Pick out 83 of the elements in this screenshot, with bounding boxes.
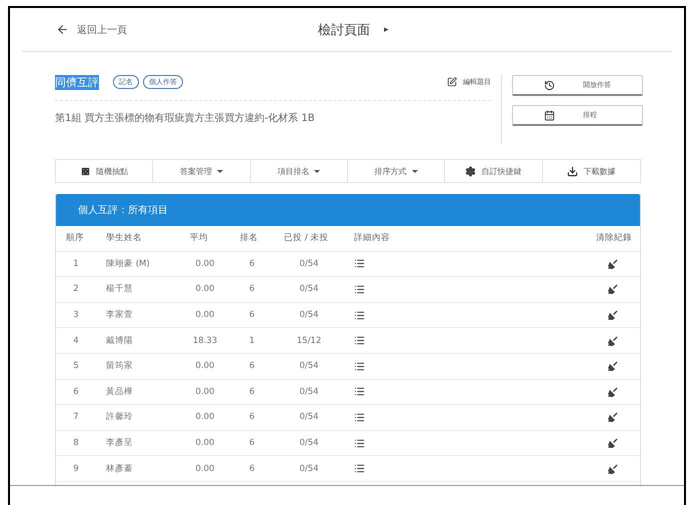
table-cell-text: 5 [72, 361, 80, 372]
back-arrow-icon [56, 23, 69, 36]
dice-icon [80, 166, 92, 176]
table-cell-text: 陳翊豪 (M) [105, 258, 151, 270]
details-list-icon[interactable] [354, 360, 365, 372]
table-cell-text: 4 [72, 336, 80, 346]
column-header: 學生姓名 [105, 232, 143, 244]
title-arrow[interactable]: ▸ [384, 24, 389, 34]
table-cell-text: 楊千慧 [105, 283, 134, 296]
clock-icon [544, 80, 555, 90]
calendar-icon [544, 110, 555, 120]
table-cell-text: 9 [72, 464, 80, 474]
table-cell-text: 0/54 [298, 386, 320, 397]
table-cell-text: 黃品樺 [105, 386, 134, 398]
table-cell-text: 0/54 [298, 284, 320, 294]
table-cell-text: 8 [72, 438, 80, 448]
table-cell-text: 許馨玲 [105, 411, 134, 424]
table-cell-text: 3 [72, 310, 80, 320]
table-cell-text: 0.00 [194, 438, 216, 448]
table-cell-text: 0.00 [194, 310, 216, 320]
column-header: 詳細內容 [353, 232, 391, 244]
column-header: 清除紀錄 [595, 232, 633, 244]
details-list-icon[interactable] [354, 438, 365, 449]
broom-icon[interactable] [608, 386, 618, 397]
table-cell-text: 0.00 [194, 284, 216, 294]
column-header: 排名 [239, 232, 259, 244]
broom-icon[interactable] [608, 464, 618, 474]
table-cell-text: 6 [72, 386, 80, 397]
details-list-icon[interactable] [354, 463, 365, 474]
back-link[interactable]: 返回上一頁 [56, 22, 127, 36]
table-cell-text: 0.00 [194, 361, 216, 372]
table-title: 個人互評：所有項目 [56, 194, 640, 226]
table-cell-text: 0.00 [194, 386, 216, 397]
details-list-icon[interactable] [354, 335, 365, 346]
table-cell-text: 戴博陽 [105, 334, 134, 347]
table-cell-text: 2 [72, 284, 80, 294]
table-cell-text: 0/54 [298, 258, 320, 269]
table-cell-text: 1 [248, 336, 256, 346]
broom-icon[interactable] [608, 412, 618, 422]
download-icon [567, 166, 578, 176]
broom-icon[interactable] [608, 336, 618, 346]
table-cell-text: 留筠家 [105, 360, 134, 372]
page-title: 檢討頁面 [318, 22, 370, 38]
table-cell-text: 7 [72, 412, 80, 422]
broom-icon[interactable] [608, 361, 618, 372]
table-cell-text: 0.00 [194, 258, 216, 269]
table-cell-text: 6 [248, 284, 256, 294]
table-cell-text: 0/54 [298, 438, 320, 448]
table-cell-text: 0/54 [298, 310, 320, 320]
table-cell-text: 1 [72, 258, 80, 269]
table-cell-text: 0/54 [298, 412, 320, 422]
details-list-icon[interactable] [354, 310, 365, 321]
table-cell-text: 6 [248, 386, 256, 397]
details-list-icon[interactable] [354, 412, 365, 423]
broom-icon[interactable] [608, 438, 618, 448]
column-header: 已投 / 未投 [283, 232, 330, 244]
table-cell-text: 0.00 [194, 464, 216, 474]
column-header: 平均 [189, 232, 209, 244]
details-list-icon[interactable] [354, 386, 365, 398]
details-list-icon[interactable] [354, 284, 365, 295]
table-cell-text: 林彥蓁 [105, 462, 134, 475]
table-cell-text: 6 [248, 464, 256, 474]
table-cell-text: 0/54 [298, 464, 320, 474]
activity-title: 同儕互評 [55, 74, 99, 90]
table-cell-text: 0/54 [298, 361, 320, 372]
table-cell-text: 6 [248, 438, 256, 448]
table-cell-text: 6 [248, 310, 256, 320]
table-cell-text: 6 [248, 361, 256, 372]
table-cell-text: 18.33 [192, 336, 218, 346]
table-cell-text: 李家萱 [105, 309, 134, 322]
broom-icon[interactable] [608, 284, 618, 294]
table-cell-text: 李彥呈 [105, 437, 134, 450]
table-cell-text: 0.00 [194, 412, 216, 422]
table-cell-text: 6 [248, 258, 256, 269]
column-header: 順序 [65, 232, 85, 244]
details-list-icon[interactable] [354, 258, 365, 270]
table-cell-text: 15/12 [296, 336, 322, 346]
broom-icon[interactable] [608, 310, 618, 320]
broom-icon[interactable] [608, 258, 618, 269]
table-cell-text: 6 [248, 412, 256, 422]
edit-icon [447, 77, 457, 87]
activity-description: 第1組 買方主張標的物有瑕疵賣方主張買方違約-化材系 1B [55, 112, 316, 125]
settings-icon [465, 166, 476, 176]
